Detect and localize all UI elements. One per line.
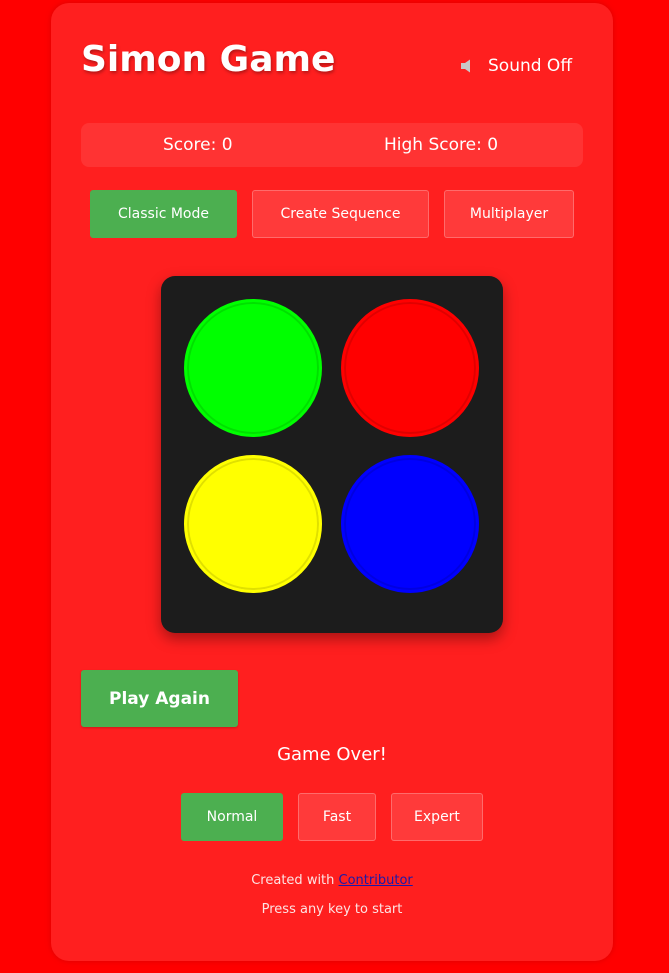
mode-selector: Classic Mode Create Sequence Multiplayer [51,190,613,240]
classic-mode-button[interactable]: Classic Mode [90,190,237,238]
footer-credit-text: Created with [251,873,339,888]
normal-speed-button[interactable]: Normal [181,793,283,841]
game-card: Simon Game Sound Off Score: 0 High Score… [51,3,613,961]
contributor-link[interactable]: Contributor [339,873,413,888]
fast-speed-button[interactable]: Fast [298,793,376,841]
speaker-muted-icon [459,58,475,74]
green-pad[interactable] [184,299,322,437]
red-pad[interactable] [341,299,479,437]
simon-board [161,276,503,633]
high-score-label: High Score: 0 [384,135,499,155]
multiplayer-button[interactable]: Multiplayer [444,190,574,238]
blue-pad[interactable] [341,455,479,593]
create-sequence-button[interactable]: Create Sequence [252,190,429,238]
yellow-pad[interactable] [184,455,322,593]
footer-hint: Press any key to start [261,902,403,917]
sound-toggle-label: Sound Off [488,56,573,76]
game-status: Game Over! [277,744,387,765]
score-label: Score: 0 [163,135,233,155]
expert-speed-button[interactable]: Expert [391,793,483,841]
play-again-button[interactable]: Play Again [81,670,238,727]
speed-selector: Normal Fast Expert [51,793,613,843]
sound-toggle-button[interactable]: Sound Off [459,52,572,80]
score-bar: Score: 0 High Score: 0 [81,123,583,167]
page-title: Simon Game [81,39,336,80]
footer-credit: Created with Contributor [51,873,613,888]
